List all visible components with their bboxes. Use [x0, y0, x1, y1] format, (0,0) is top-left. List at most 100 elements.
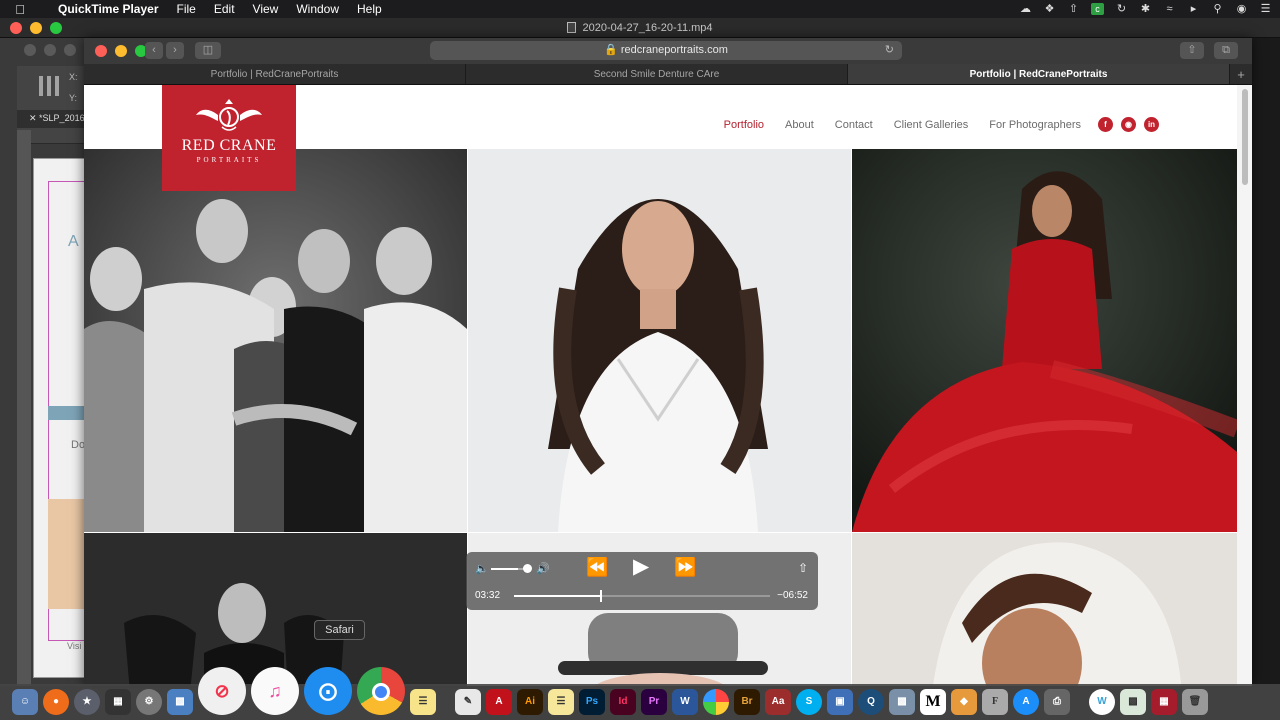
bg-minimize-button[interactable]	[44, 44, 56, 56]
page-scrollbar[interactable]	[1237, 85, 1252, 686]
bg-zoom-button[interactable]	[64, 44, 76, 56]
dock-safari-icon[interactable]: ⨀	[304, 667, 352, 715]
dock-illustrator-icon[interactable]: Ai	[517, 689, 543, 715]
dock-firefox-icon[interactable]: ●	[43, 689, 69, 715]
reload-icon[interactable]: ↻	[885, 41, 894, 60]
menu-view[interactable]: View	[244, 2, 288, 16]
dock-printer-icon[interactable]: ⎙	[1044, 689, 1070, 715]
dock-stickies-icon[interactable]: ☰	[548, 689, 574, 715]
wifi-icon[interactable]: ≈	[1163, 3, 1176, 15]
dock-photo-booth-icon[interactable]: ▦	[1151, 689, 1177, 715]
portfolio-photo-family-2[interactable]	[84, 533, 467, 686]
timeline-scrubber[interactable]	[514, 590, 770, 602]
dock-textedit-icon[interactable]: ✎	[455, 689, 481, 715]
portfolio-photo-woman-veil[interactable]	[852, 533, 1237, 686]
bg-close-button[interactable]	[24, 44, 36, 56]
volume-icon[interactable]: ▸	[1187, 3, 1200, 15]
dock-premiere-icon[interactable]: Pr	[641, 689, 667, 715]
dropbox-icon[interactable]: ❖	[1043, 3, 1056, 15]
bluetooth-icon[interactable]: ✱	[1139, 3, 1152, 15]
rewind-button[interactable]: ⏪	[586, 557, 608, 578]
tab-close-icon[interactable]: ✕	[29, 113, 39, 123]
background-document-tab[interactable]: ✕ *SLP_2016	[17, 110, 90, 128]
creative-cloud-icon[interactable]: ☁	[1019, 3, 1032, 15]
safari-minimize-button[interactable]	[115, 45, 127, 57]
dock-word-web-icon[interactable]: W	[1089, 689, 1115, 715]
scrollbar-thumb[interactable]	[1242, 89, 1248, 185]
dock-preview-2-icon[interactable]: ▩	[1120, 689, 1146, 715]
dock-system-preferences-icon[interactable]: ⚙	[136, 689, 162, 715]
site-logo[interactable]: RED CRANE PORTRAITS	[162, 85, 296, 191]
spotlight-icon[interactable]: ⚲	[1211, 3, 1224, 15]
nav-for-photographers[interactable]: For Photographers	[989, 119, 1081, 131]
menu-edit[interactable]: Edit	[205, 2, 244, 16]
menu-app-name[interactable]: QuickTime Player	[40, 2, 168, 16]
dock-word-icon[interactable]: W	[672, 689, 698, 715]
portfolio-photo-family[interactable]	[84, 149, 467, 532]
safari-close-button[interactable]	[95, 45, 107, 57]
dock-mindnode-icon[interactable]: M	[920, 689, 946, 715]
dock-chrome-icon[interactable]	[357, 667, 405, 715]
share-icon[interactable]: ⇧	[798, 561, 808, 575]
portfolio-photo-girl-red-dress[interactable]	[852, 149, 1237, 532]
dock-indesign-icon[interactable]: Id	[610, 689, 636, 715]
forward-button[interactable]: ›	[166, 42, 184, 59]
volume-slider-fill	[491, 568, 519, 570]
share-button[interactable]: ⇧	[1180, 42, 1204, 59]
dock-news-icon[interactable]: ⊘	[198, 667, 246, 715]
dock-itunes-icon[interactable]: ♫	[251, 667, 299, 715]
apple-menu-icon[interactable]: 	[0, 2, 40, 17]
facebook-icon[interactable]: f	[1098, 117, 1113, 132]
menu-window[interactable]: Window	[287, 2, 348, 16]
address-bar[interactable]: 🔒 redcraneportraits.com ↻	[430, 41, 902, 60]
dock-skype-icon[interactable]: S	[796, 689, 822, 715]
volume-high-icon: 🔊	[536, 563, 550, 575]
timeline-playhead[interactable]	[600, 590, 603, 602]
dock-notes-icon[interactable]: ☰	[410, 689, 436, 715]
menu-file[interactable]: File	[168, 2, 205, 16]
nav-client-galleries[interactable]: Client Galleries	[894, 119, 969, 131]
dock-keynote-icon[interactable]: ▣	[827, 689, 853, 715]
new-tab-button[interactable]: +	[1230, 64, 1252, 84]
dock-fontbook-icon[interactable]: F	[982, 689, 1008, 715]
tabs-overview-button[interactable]: ⧉	[1214, 42, 1238, 59]
siri-icon[interactable]: ◉	[1235, 3, 1248, 15]
dock-preview-icon[interactable]: ▩	[167, 689, 193, 715]
play-button[interactable]: ▶	[633, 554, 649, 579]
volume-slider-knob[interactable]	[523, 564, 532, 573]
dock-finder-icon[interactable]: ☺	[12, 689, 38, 715]
reference-point-icon[interactable]	[39, 76, 59, 96]
sidebar-toggle-button[interactable]: ◫	[195, 42, 221, 59]
green-app-icon[interactable]: c	[1091, 3, 1104, 15]
fast-forward-button[interactable]: ⏩	[674, 557, 696, 578]
tab-portfolio-1[interactable]: Portfolio | RedCranePortraits	[84, 64, 466, 84]
menu-help[interactable]: Help	[348, 2, 391, 16]
dock-quicktime-icon[interactable]: Q	[858, 689, 884, 715]
dock-bridge-icon[interactable]: Br	[734, 689, 760, 715]
back-button[interactable]: ‹	[145, 42, 163, 59]
dock-dictionary-icon[interactable]: Aa	[765, 689, 791, 715]
portfolio-photo-woman-white[interactable]	[468, 149, 851, 532]
dock-app-store-icon[interactable]: A	[1013, 689, 1039, 715]
zoom-button[interactable]	[50, 22, 62, 34]
tab-second-smile[interactable]: Second Smile Denture CAre	[466, 64, 848, 84]
time-machine-icon[interactable]: ↻	[1115, 3, 1128, 15]
dock-photos-icon[interactable]	[703, 689, 729, 715]
minimize-button[interactable]	[30, 22, 42, 34]
dock-image-capture-icon[interactable]: ▩	[889, 689, 915, 715]
notification-center-icon[interactable]: ☰	[1259, 3, 1272, 15]
instagram-icon[interactable]: ◉	[1121, 117, 1136, 132]
dock-sketch-icon[interactable]: ◆	[951, 689, 977, 715]
nav-about[interactable]: About	[785, 119, 814, 131]
nav-contact[interactable]: Contact	[835, 119, 873, 131]
dock-acrobat-icon[interactable]: A	[486, 689, 512, 715]
dock-trash-icon[interactable]: 🗑	[1182, 689, 1208, 715]
dock-launchpad-icon[interactable]: ★	[74, 689, 100, 715]
dock-mission-control-icon[interactable]: ▦	[105, 689, 131, 715]
close-button[interactable]	[10, 22, 22, 34]
tab-portfolio-active[interactable]: Portfolio | RedCranePortraits	[848, 64, 1230, 84]
nav-portfolio[interactable]: Portfolio	[724, 119, 764, 131]
dock-photoshop-icon[interactable]: Ps	[579, 689, 605, 715]
upload-icon[interactable]: ⇧	[1067, 3, 1080, 15]
linkedin-icon[interactable]: in	[1144, 117, 1159, 132]
